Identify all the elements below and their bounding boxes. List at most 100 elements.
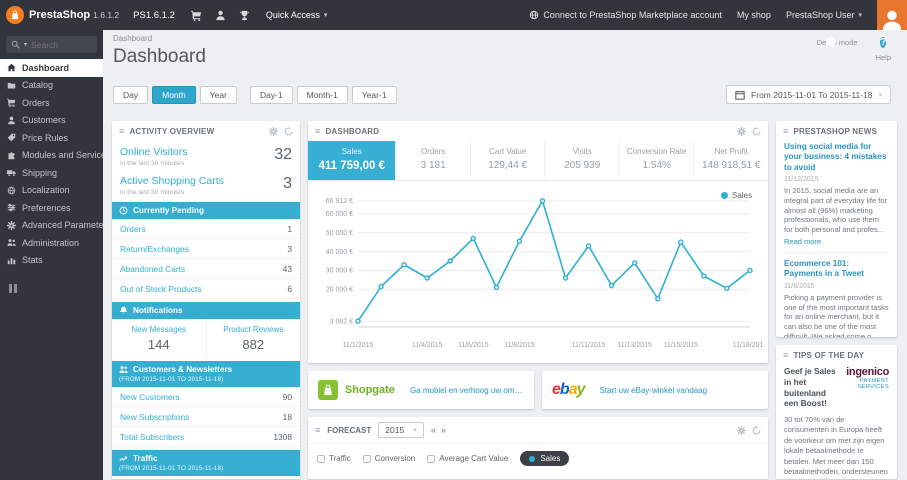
sidebar-item-advanced-parameters[interactable]: Advanced Parameters [0,217,103,235]
brand-name: ingenico [846,366,889,378]
chart-point[interactable] [701,273,707,279]
next-year-button[interactable]: » [441,425,446,436]
chart-point[interactable] [724,285,730,292]
customer-icon[interactable] [215,10,226,21]
new-messages-cell[interactable]: New Messages 144 [112,319,207,358]
pending-orders-row[interactable]: Orders 1 [112,219,300,239]
kpi-conversion-rate[interactable]: Conversion Rate 1.54% [618,141,694,180]
section-title: Customers & Newsletters [133,365,233,374]
panel-settings-icon[interactable] [737,126,746,136]
sidebar-item-customers[interactable]: Customers [0,112,103,130]
chart-point[interactable] [355,318,361,324]
help-icon[interactable]: ? [880,37,887,48]
chart-point[interactable] [516,238,523,244]
year-1-button[interactable]: Year-1 [351,85,397,104]
chart-point[interactable] [470,235,477,242]
row-value: 43 [282,263,292,274]
abandoned-carts-row[interactable]: Abandoned Carts 43 [112,259,300,279]
year-button[interactable]: Year [199,85,237,104]
chart-point[interactable] [632,260,638,266]
online-visitors-row[interactable]: Online Visitors in the last 30 minutes 32 [112,141,300,170]
panel-title: ACTIVITY OVERVIEW [129,126,215,136]
legend-traffic-checkbox[interactable]: Traffic [317,454,351,463]
search-input[interactable] [31,39,88,50]
panel-settings-icon[interactable] [269,126,278,136]
sidebar-item-orders[interactable]: Orders [0,94,103,112]
kpi-cart-value[interactable]: Cart Value 129,44 € [469,141,545,180]
sidebar-item-dashboard[interactable]: Dashboard [0,59,103,77]
sidebar-item-preferences[interactable]: Preferences [0,199,103,217]
collapse-sidebar-button[interactable] [9,284,94,293]
chart-point[interactable] [562,275,569,281]
new-customers-row[interactable]: New Customers 90 [112,387,300,407]
chevron-down-icon: ▾ [878,91,882,99]
chart-point[interactable] [747,267,753,274]
month-button[interactable]: Month [152,85,196,104]
day-button[interactable]: Day [113,85,149,104]
panel-settings-icon[interactable] [737,425,746,435]
chart-point[interactable] [401,262,407,268]
section-title: Currently Pending [133,206,204,215]
chart-point[interactable] [539,198,546,204]
sidebar-item-stats[interactable]: Stats [0,252,103,270]
user-menu[interactable]: PrestaShop User ▾ [786,10,862,20]
my-shop-link[interactable]: My shop [737,10,771,20]
out-of-stock-row[interactable]: Out of Stock Products 6 [112,279,300,299]
trophy-icon[interactable] [239,10,250,21]
read-more-link[interactable]: Read more [784,237,821,246]
shopgate-link[interactable]: Ga mobiel en verhoog uw omzet [410,386,524,395]
chart-point[interactable] [608,282,615,289]
panel-refresh-icon[interactable] [284,126,293,136]
marketplace-link[interactable]: Connect to PrestaShop Marketplace accoun… [529,10,722,20]
quick-access-menu[interactable]: Quick Access ▾ [266,10,328,20]
legend-conversion-checkbox[interactable]: Conversion [362,454,415,463]
sidebar-item-price-rules[interactable]: Price Rules [0,129,103,147]
chart-point[interactable] [378,283,384,290]
chart-point[interactable] [447,258,453,264]
kpi-orders[interactable]: Orders 3 181 [395,141,470,180]
breadcrumb[interactable]: Dashboard [113,34,152,43]
panel-refresh-icon[interactable] [752,425,761,435]
sidebar-search[interactable]: ▾ [6,36,97,53]
ebay-link[interactable]: Start uw eBay-winkel vandaag [600,386,708,395]
chart-point[interactable] [493,284,500,291]
sidebar-item-shipping[interactable]: Shipping [0,164,103,182]
legend-label: Traffic [329,454,351,463]
pending-returns-row[interactable]: Return/Exchanges 3 [112,239,300,259]
chevron-down-icon[interactable]: ▾ [24,41,27,48]
prestashop-news-panel: ≡ PRESTASHOP NEWS Using social media for… [776,121,897,337]
month-1-button[interactable]: Month-1 [296,85,348,104]
chart-point[interactable] [585,243,592,249]
sidebar-item-administration[interactable]: Administration [0,234,103,252]
kpi-value: 1.54% [642,160,671,171]
day-1-button[interactable]: Day-1 [249,85,293,104]
sidebar-item-localization[interactable]: Localization [0,182,103,200]
chart-legend-sales[interactable]: Sales [720,191,752,200]
google-analytics-link[interactable]: Link to your Google Analytics account [112,476,300,479]
news-article-title[interactable]: Using social media for your business: 4 … [784,142,889,173]
prestashop-logo[interactable] [6,6,24,24]
prev-year-button[interactable]: « [431,425,436,436]
active-carts-row[interactable]: Active Shopping Carts in the last 30 minu… [112,170,300,199]
kpi-visits[interactable]: Visits 205 939 [544,141,619,180]
ingenico-logo[interactable]: ingenico payment services [843,366,889,390]
kpi-net-profit[interactable]: Net Profit 148 918,51 € [693,141,768,180]
year-select[interactable]: 2015 ▾ [378,422,424,438]
sidebar-item-catalog[interactable]: Catalog [0,77,103,95]
chart-point[interactable] [655,295,661,302]
cart-icon[interactable] [190,10,202,21]
legend-average-cart-value-checkbox[interactable]: Average Cart Value [427,454,508,463]
total-subscribers-row[interactable]: Total Subscribers 1308 [112,427,300,447]
new-subscriptions-row[interactable]: New Subscriptions 18 [112,407,300,427]
avatar[interactable] [877,0,907,30]
legend-sales-button[interactable]: Sales [520,451,570,466]
chart-point[interactable] [424,275,430,281]
kpi-sales[interactable]: Sales 411 759,00 € [308,141,396,180]
product-reviews-cell[interactable]: Product Reviews 882 [207,319,301,358]
date-range-picker[interactable]: From 2015-11-01 To 2015-11-18 ▾ [726,85,891,104]
news-article-title[interactable]: Ecommerce 101: Payments in a Tweet [784,259,889,280]
sidebar-item-modules[interactable]: Modules and Services [0,147,103,165]
shop-name-link[interactable]: PS1.6.1.2 [133,10,175,21]
chart-point[interactable] [678,239,684,245]
panel-refresh-icon[interactable] [752,126,761,136]
